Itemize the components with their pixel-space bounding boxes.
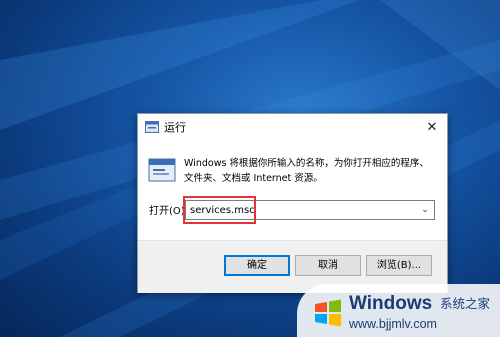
dialog-description: Windows 将根据你所输入的名称，为你打开相应的程序、文件夹、文档或 Int… [184, 158, 429, 184]
command-input[interactable]: services.msc ⌄ [185, 200, 435, 220]
dialog-titlebar[interactable]: 运行 ✕ [138, 114, 447, 141]
close-icon: ✕ [426, 120, 438, 135]
ok-button[interactable]: 确定 [224, 255, 290, 276]
open-label: 打开(O): [149, 206, 189, 217]
watermark-brand-cn: 系统之家 [440, 296, 491, 311]
cancel-button[interactable]: 取消 [295, 255, 361, 276]
close-button[interactable]: ✕ [417, 114, 447, 141]
run-dialog: 运行 ✕ Windows 将根据你所输入的名称，为你打开相应的程序、文件夹、文档… [137, 113, 448, 293]
dialog-title: 运行 [164, 121, 186, 134]
browse-button[interactable]: 浏览(B)... [366, 255, 432, 276]
watermark-url: www.bjjmlv.com [349, 317, 437, 331]
windows-logo-icon [315, 299, 341, 327]
chevron-down-icon[interactable]: ⌄ [420, 203, 430, 217]
command-value: services.msc [190, 205, 255, 216]
watermark-brand: Windows [349, 293, 433, 314]
run-app-icon [148, 158, 176, 182]
site-watermark: Windows 系统之家 www.bjjmlv.com [297, 284, 500, 337]
run-app-icon [145, 121, 159, 133]
